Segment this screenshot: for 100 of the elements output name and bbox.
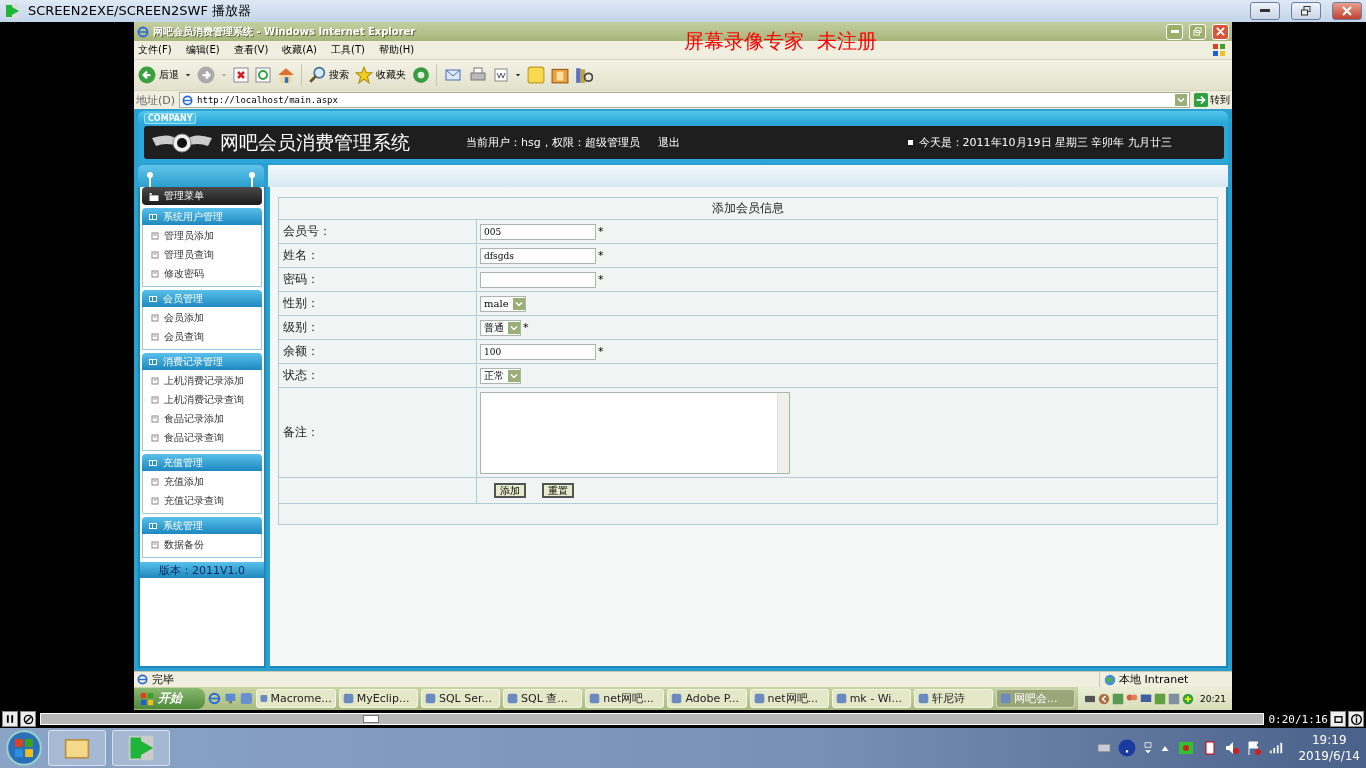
search-icon (308, 66, 326, 84)
page-icon (151, 376, 159, 385)
menu-item[interactable]: 查看(V) (233, 43, 269, 57)
taskbar-button[interactable]: 轩尼诗 (913, 689, 993, 708)
taskbar-button[interactable]: MyEclip... (338, 689, 418, 708)
menu-title: 管理菜单 (164, 189, 204, 203)
sidebar-item[interactable]: 上机消费记录查询 (143, 390, 261, 409)
window-icon (239, 692, 253, 705)
panel-icon (148, 212, 158, 221)
seek-handle[interactable] (363, 715, 380, 723)
printer-icon (469, 67, 487, 83)
minimize-button[interactable] (1250, 2, 1280, 20)
section-title: 会员管理 (163, 291, 203, 306)
clock-date: 2019/6/14 (1298, 748, 1360, 764)
pause-icon (5, 714, 15, 724)
back-button[interactable]: 后退 (138, 66, 179, 84)
flag-icon (1246, 740, 1263, 756)
input-field[interactable]: 100 (480, 343, 596, 360)
select-field[interactable]: 普通 (480, 319, 521, 336)
select-field[interactable]: male (480, 295, 526, 312)
sidebar-item[interactable]: 上机消费记录添加 (143, 371, 261, 390)
close-button[interactable] (1332, 2, 1362, 20)
player-logo-icon (4, 3, 20, 19)
url-text: http://localhost/main.aspx (197, 95, 339, 105)
required-mark: * (598, 273, 604, 286)
keyboard-icon (1096, 742, 1113, 754)
sidebar-item[interactable]: 会员查询 (143, 327, 261, 346)
info-button[interactable] (1348, 711, 1364, 727)
square-bullet-icon (907, 140, 913, 145)
page-icon (151, 395, 159, 404)
app-icon (424, 693, 436, 704)
add-button[interactable]: 添加 (494, 483, 526, 498)
keyboard-icon (1084, 693, 1097, 704)
taskbar-button[interactable]: mk - Wi... (831, 689, 911, 708)
taskbar-button[interactable]: SQL Ser... (420, 689, 501, 708)
app-icon (507, 693, 519, 704)
logout-link[interactable]: 退出 (657, 135, 680, 150)
app-icon (589, 693, 601, 704)
player-logo-icon (127, 734, 155, 762)
dropdown-arrow-icon (1175, 94, 1187, 106)
taskbar-button[interactable]: SQL 查... (503, 689, 583, 708)
panel-icon (148, 357, 158, 366)
search-button[interactable]: 搜索 (308, 66, 349, 84)
fullscreen-button[interactable] (1330, 711, 1346, 727)
field-label: 级别： (279, 316, 477, 339)
taskbar-button[interactable]: net网吧... (749, 689, 829, 708)
restore-icon (1193, 27, 1202, 36)
windows-logo-icon (1210, 42, 1228, 58)
page-icon (151, 231, 159, 240)
sidebar-item[interactable]: 食品记录添加 (143, 409, 261, 428)
menu-item[interactable]: 编辑(E) (185, 43, 220, 57)
date-text: 今天是：2011年10月19日 星期三 辛卯年 九月廿三 (918, 135, 1172, 150)
sidebar-item[interactable]: 管理员添加 (143, 226, 261, 245)
tray-app-icon (1154, 692, 1167, 705)
taskbar-button[interactable] (48, 730, 106, 766)
required-mark: * (598, 249, 604, 262)
field-label: 会员号： (279, 220, 477, 243)
address-field[interactable]: http://localhost/main.aspx (179, 92, 1190, 108)
input-field[interactable]: dfsgds (480, 247, 596, 264)
user-info: 当前用户：hsg，权限：超级管理员 (466, 135, 640, 150)
sidebar-item[interactable]: 食品记录查询 (143, 428, 261, 447)
sidebar-item[interactable]: 管理员查询 (143, 245, 261, 264)
watermark-text: 屏幕录像专家 未注册 (684, 28, 877, 55)
field-label: 状态： (279, 364, 477, 387)
sidebar-item[interactable]: 修改密码 (143, 264, 261, 283)
menu-item[interactable]: 工具(T) (331, 43, 365, 57)
menu-item[interactable]: 收藏(A) (282, 43, 317, 57)
fullscreen-icon (1332, 713, 1344, 725)
media-icon (412, 66, 430, 84)
pin-icon (146, 171, 154, 187)
taskbar-button[interactable]: Macrome... (255, 689, 336, 708)
favorites-button[interactable]: 收藏夹 (355, 66, 406, 84)
tray-app-icon (1112, 692, 1125, 705)
page-icon (151, 540, 159, 549)
panel-icon (148, 521, 158, 530)
home-icon (277, 66, 295, 84)
help-icon (1118, 739, 1137, 757)
restore-button[interactable] (1291, 2, 1321, 20)
address-label: 地址(D) (136, 92, 176, 108)
taskbar-button[interactable]: Adobe P... (667, 689, 747, 708)
browser-icon (137, 674, 148, 685)
page-icon (151, 250, 159, 259)
section-title: 消费记录管理 (163, 354, 223, 369)
reset-button[interactable]: 重置 (542, 483, 574, 498)
sidebar-item[interactable]: 充值记录查询 (143, 491, 261, 510)
menu-item[interactable]: 帮助(H) (378, 43, 415, 57)
field-label: 性别： (279, 292, 477, 315)
caret-icon (185, 72, 191, 78)
stop-button[interactable] (20, 711, 36, 727)
taskbar-button[interactable]: net网吧... (585, 689, 665, 708)
select-field[interactable]: 正常 (480, 367, 521, 384)
sidebar-item[interactable]: 充值添加 (143, 472, 261, 491)
input-field[interactable] (480, 271, 596, 288)
zone-text: 本地 Intranet (1119, 672, 1189, 687)
go-button[interactable]: 转到 (1194, 93, 1230, 107)
section-title: 系统用户管理 (163, 209, 223, 224)
pause-button[interactable] (2, 711, 18, 727)
input-field[interactable]: 005 (480, 223, 596, 240)
sidebar-item[interactable]: 会员添加 (143, 308, 261, 327)
menu-item[interactable]: 文件(F) (138, 43, 172, 57)
